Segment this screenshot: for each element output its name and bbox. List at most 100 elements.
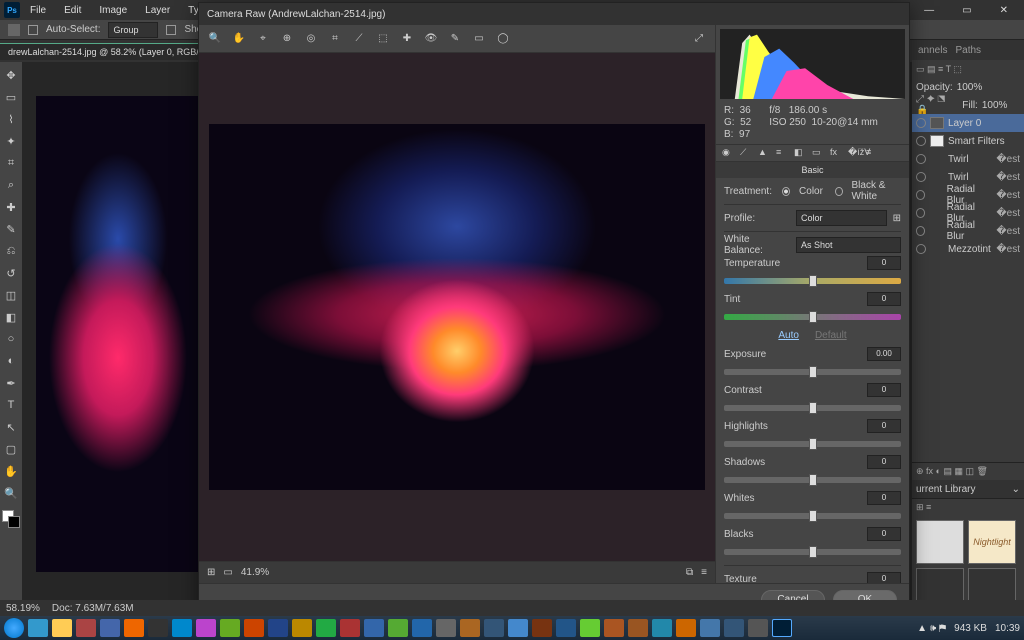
curve-tab-icon[interactable]: ⟋ [740,147,752,159]
filter-options-icon[interactable]: �est [996,154,1020,165]
lib-thumb[interactable] [916,520,964,564]
menu-file[interactable]: File [22,3,54,18]
layer-0-row[interactable]: Layer 0 [912,114,1024,132]
start-button[interactable] [4,618,24,638]
visibility-icon[interactable] [916,118,926,128]
color-radio[interactable] [782,187,790,196]
eyedropper-tool[interactable]: ⌕ [2,176,20,194]
tint-value[interactable]: 0 [867,292,901,306]
wb-dropdown[interactable]: As Shot [796,237,901,253]
taskbar-app[interactable] [148,619,168,637]
tray-icons[interactable]: ▲ 🕪 ⚑ [917,623,946,634]
taskbar-app[interactable] [364,619,384,637]
color-sampler-icon[interactable]: ⊕ [279,31,295,47]
status-zoom[interactable]: 58.19% [6,603,40,614]
filter-options-icon[interactable]: �est [996,226,1020,237]
paths-tab[interactable]: Paths [955,45,981,56]
taskbar-app[interactable] [652,619,672,637]
transform-icon[interactable]: ⬚ [375,31,391,47]
eraser-tool[interactable]: ◫ [2,286,20,304]
contrast-slider[interactable] [724,405,901,411]
brush-icon[interactable]: ✎ [447,31,463,47]
spot-icon[interactable]: ✚ [399,31,415,47]
taskbar-app[interactable] [676,619,696,637]
fx-tab-icon[interactable]: fx [830,147,842,159]
filter-options-icon[interactable]: �est [996,172,1020,183]
filter-row[interactable]: Radial Blur �est [912,222,1024,240]
taskbar-app[interactable] [724,619,744,637]
taskbar-app[interactable] [100,619,120,637]
temperature-value[interactable]: 0 [867,256,901,270]
dodge-tool[interactable]: ◐ [2,352,20,370]
taskbar-explorer[interactable] [52,619,72,637]
crop-icon[interactable]: ⌗ [327,31,343,47]
basic-tab-icon[interactable]: ◉ [722,147,734,159]
wand-tool[interactable]: ✦ [2,132,20,150]
menu-layer[interactable]: Layer [137,3,178,18]
auto-link[interactable]: Auto [778,330,799,341]
taskbar-app[interactable] [340,619,360,637]
taskbar-app[interactable] [292,619,312,637]
fill-value[interactable]: 100% [982,100,1020,111]
highlights-value[interactable]: 0 [867,419,901,433]
taskbar-app[interactable] [556,619,576,637]
show-transform-checkbox[interactable] [166,25,176,35]
wb-icon[interactable]: ⌖ [255,31,271,47]
filter-row[interactable]: Twirl �est [912,150,1024,168]
preset-tab-icon[interactable]: ≡ [866,147,878,159]
visibility-icon[interactable] [916,226,925,236]
restore-icon[interactable]: ▭ [954,3,979,18]
temperature-slider[interactable] [724,278,901,284]
auto-select-dropdown[interactable]: Group [108,22,158,38]
pen-tool[interactable]: ✒ [2,374,20,392]
visibility-icon[interactable] [916,136,926,146]
taskbar-app[interactable] [700,619,720,637]
straighten-icon[interactable]: ⟋ [351,31,367,47]
hsl-tab-icon[interactable]: ≡ [776,147,788,159]
taskbar-ie[interactable] [28,619,48,637]
shadows-value[interactable]: 0 [867,455,901,469]
single-icon[interactable]: ▭ [223,567,232,578]
taskbar-app[interactable] [748,619,768,637]
hand-tool[interactable]: ✋ [2,462,20,480]
radial-icon[interactable]: ◯ [495,31,511,47]
close-icon[interactable]: ✕ [992,3,1016,18]
taskbar-app[interactable] [196,619,216,637]
visibility-icon[interactable] [916,244,926,254]
blur-tool[interactable]: ○ [2,330,20,348]
exposure-value[interactable]: 0.00 [867,347,901,361]
marquee-tool[interactable]: ▭ [2,88,20,106]
visibility-icon[interactable] [916,190,925,200]
color-swatch[interactable] [2,510,20,528]
gradient-tool[interactable]: ◧ [2,308,20,326]
taskbar-app[interactable] [172,619,192,637]
taskbar-app[interactable] [532,619,552,637]
taskbar-app[interactable] [316,619,336,637]
contrast-value[interactable]: 0 [867,383,901,397]
preview-area[interactable] [199,53,715,561]
detail-tab-icon[interactable]: ▲ [758,147,770,159]
taskbar-app[interactable] [436,619,456,637]
color-radio-label[interactable]: Color [799,186,823,197]
hand-icon[interactable]: ✋ [231,31,247,47]
bw-radio[interactable] [835,187,843,196]
channels-tab[interactable]: annels [918,45,947,56]
taskbar-app[interactable] [604,619,624,637]
whites-value[interactable]: 0 [867,491,901,505]
taskbar-app[interactable] [244,619,264,637]
profile-dropdown[interactable]: Color [796,210,887,226]
blacks-slider[interactable] [724,549,901,555]
filter-row[interactable]: Mezzotint �est [912,240,1024,258]
zoom-tool[interactable]: 🔍 [2,484,20,502]
tint-slider[interactable] [724,314,901,320]
path-tool[interactable]: ↖ [2,418,20,436]
blacks-value[interactable]: 0 [867,527,901,541]
taskbar-photoshop[interactable] [772,619,792,637]
whites-slider[interactable] [724,513,901,519]
opacity-value[interactable]: 100% [957,82,997,93]
taskbar-app[interactable] [388,619,408,637]
visibility-icon[interactable] [916,172,926,182]
gradient-icon[interactable]: ▭ [471,31,487,47]
menu-image[interactable]: Image [91,3,135,18]
type-tool[interactable]: T [2,396,20,414]
